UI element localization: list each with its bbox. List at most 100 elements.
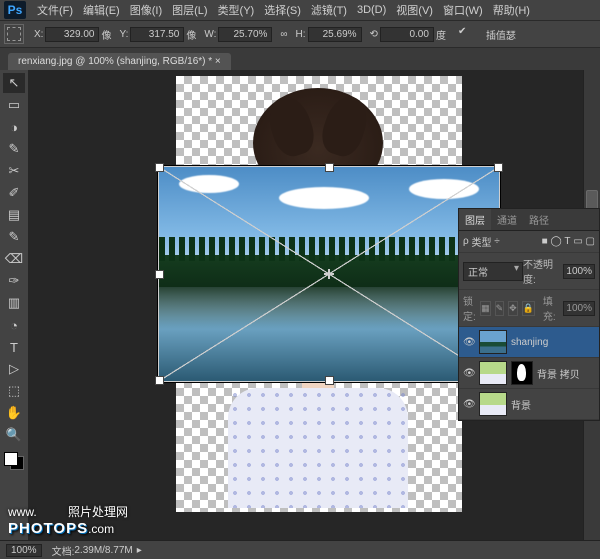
y-input[interactable]: 317.50 [130, 27, 184, 42]
w-input[interactable]: 25.70% [218, 27, 272, 42]
cloud-shape [179, 175, 239, 193]
color-swatch[interactable] [4, 452, 24, 470]
visibility-icon[interactable]: 👁 [463, 368, 475, 379]
tab-layers[interactable]: 图层 [459, 209, 491, 230]
doc-size-label: 文档: [52, 543, 75, 558]
zoom-tool[interactable]: 🔍 [3, 425, 25, 445]
w-field: W: 25.70% [204, 27, 272, 42]
filter-kind-icon[interactable]: ρ [463, 236, 469, 247]
doc-size-chevron-icon[interactable]: ▸ [137, 545, 142, 556]
layer-name[interactable]: shanjing [511, 337, 595, 348]
reference-point-icon[interactable] [4, 24, 24, 44]
transform-handle-nw[interactable] [155, 163, 164, 172]
zoom-level-input[interactable]: 100% [6, 544, 42, 557]
layer-thumbnail[interactable] [479, 330, 507, 354]
h-input[interactable]: 25.69% [308, 27, 362, 42]
menu-select[interactable]: 选择(S) [259, 2, 306, 18]
link-wh-icon[interactable]: ∞ [280, 29, 287, 40]
pen-tool[interactable]: ▷ [3, 359, 25, 379]
menu-edit[interactable]: 编辑(E) [78, 2, 125, 18]
crop-tool[interactable]: ✂ [3, 161, 25, 181]
y-unit: 像 [186, 27, 196, 42]
x-label: X: [34, 29, 43, 40]
gradient-tool[interactable]: ▥ [3, 293, 25, 313]
doc-size-value: 2.39M/8.77M [74, 545, 132, 556]
layer-name[interactable]: 背景 拷贝 [537, 366, 595, 381]
lock-transparent-icon[interactable]: ▦ [480, 301, 491, 316]
transform-handle-n[interactable] [325, 163, 334, 172]
hand-tool[interactable]: ✋ [3, 403, 25, 423]
transform-bounding-box[interactable] [158, 166, 500, 382]
x-field: X: 329.00 像 [34, 27, 111, 42]
menu-layer[interactable]: 图层(L) [167, 2, 212, 18]
transform-center-icon[interactable] [324, 269, 334, 279]
menu-3d[interactable]: 3D(D) [352, 4, 391, 16]
layer-row-bg-copy[interactable]: 👁 背景 拷贝 [459, 358, 599, 389]
dodge-tool[interactable]: ◔ [3, 315, 25, 335]
h-label: H: [296, 29, 306, 40]
document-tab-bar: renxiang.jpg @ 100% (shanjing, RGB/16*) … [0, 48, 600, 71]
opacity-input[interactable]: 100% [563, 264, 595, 279]
eyedropper-tool[interactable]: ✐ [3, 183, 25, 203]
foreground-color-swatch[interactable] [4, 452, 18, 466]
lock-label: 锁定: [463, 293, 476, 323]
y-label: Y: [119, 29, 128, 40]
layer-row-shanjing[interactable]: 👁 shanjing [459, 327, 599, 358]
layer-thumbnail[interactable] [479, 392, 507, 416]
menu-image[interactable]: 图像(I) [125, 2, 167, 18]
marquee-tool[interactable]: ▭ [3, 95, 25, 115]
menu-filter[interactable]: 滤镜(T) [306, 2, 352, 18]
filter-smart-icon[interactable]: ▢ [586, 236, 595, 247]
lock-position-icon[interactable]: ✥ [508, 301, 518, 316]
watermark: www. 照片处理网 PHOTOPS.com [8, 503, 128, 537]
layer-thumbnail[interactable] [479, 361, 507, 385]
ponytail-right [317, 91, 374, 160]
tab-paths[interactable]: 路径 [523, 209, 555, 230]
filter-kind-dropdown-icon[interactable]: ÷ [494, 236, 500, 247]
filter-type-icon[interactable]: T [564, 236, 570, 247]
lock-pixels-icon[interactable]: ✎ [495, 301, 505, 316]
watermark-www: www. [8, 505, 37, 519]
menu-window[interactable]: 窗口(W) [438, 2, 488, 18]
magic-wand-tool[interactable]: ✎ [3, 139, 25, 159]
layer-name[interactable]: 背景 [511, 397, 595, 412]
menu-type[interactable]: 类型(Y) [213, 2, 260, 18]
blend-mode-dropdown[interactable]: 正常 [463, 262, 523, 281]
document-tab[interactable]: renxiang.jpg @ 100% (shanjing, RGB/16*) … [8, 53, 231, 70]
menu-help[interactable]: 帮助(H) [488, 2, 535, 18]
blend-opacity-row: 正常 不透明度: 100% [459, 253, 599, 290]
x-input[interactable]: 329.00 [45, 27, 99, 42]
shape-tool[interactable]: ⬚ [3, 381, 25, 401]
watermark-dotcom: .com [88, 522, 114, 536]
move-tool[interactable]: ↖ [3, 73, 25, 93]
fill-input[interactable]: 100% [563, 301, 595, 316]
tab-channels[interactable]: 通道 [491, 209, 523, 230]
type-tool[interactable]: T [3, 337, 25, 357]
lock-all-icon[interactable]: 🔒 [522, 301, 535, 316]
lasso-tool[interactable]: ◑ [3, 117, 25, 137]
transform-handle-ne[interactable] [494, 163, 503, 172]
angle-input[interactable]: 0.00 [380, 27, 434, 42]
menu-bar: Ps 文件(F) 编辑(E) 图像(I) 图层(L) 类型(Y) 选择(S) 滤… [0, 0, 600, 21]
eraser-tool[interactable]: ✑ [3, 271, 25, 291]
interp-label: 插值瑟 [486, 27, 516, 42]
y-field: Y: 317.50 像 [119, 27, 196, 42]
layer-row-background[interactable]: 👁 背景 [459, 389, 599, 420]
brush-tool[interactable]: ✎ [3, 227, 25, 247]
layer-mask-thumbnail[interactable] [511, 361, 533, 385]
healing-tool[interactable]: ▤ [3, 205, 25, 225]
filter-adjust-icon[interactable]: ◯ [550, 236, 561, 247]
transform-handle-s[interactable] [325, 376, 334, 385]
clone-tool[interactable]: ⌫ [3, 249, 25, 269]
commit-icon[interactable]: ✔ [458, 26, 474, 42]
menu-view[interactable]: 视图(V) [391, 2, 438, 18]
visibility-icon[interactable]: 👁 [463, 399, 475, 410]
filter-shape-icon[interactable]: ▭ [573, 236, 582, 247]
angle-field: ⟲ 0.00 度 [370, 27, 446, 42]
transform-handle-sw[interactable] [155, 376, 164, 385]
filter-kind-label[interactable]: 类型 [471, 234, 491, 249]
filter-pixel-icon[interactable]: ■ [542, 236, 548, 247]
menu-file[interactable]: 文件(F) [32, 2, 78, 18]
transform-handle-w[interactable] [155, 270, 164, 279]
visibility-icon[interactable]: 👁 [463, 337, 475, 348]
